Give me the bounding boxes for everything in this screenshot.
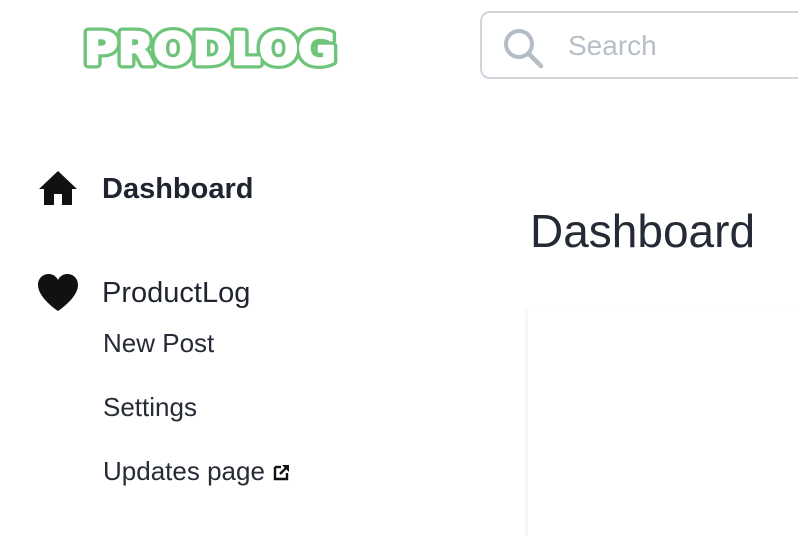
sidebar-subitem-label: Settings bbox=[103, 392, 197, 422]
sidebar-item-dashboard[interactable]: Dashboard bbox=[36, 167, 253, 211]
sidebar-subitem-settings[interactable]: Settings bbox=[103, 392, 197, 423]
dashboard-content-panel bbox=[527, 310, 798, 536]
sidebar-subitem-updates-page[interactable]: Updates page bbox=[103, 456, 291, 487]
svg-text:PRODLOG: PRODLOG bbox=[84, 24, 336, 74]
sidebar-item-label: Dashboard bbox=[102, 172, 254, 205]
sidebar-subitem-new-post[interactable]: New Post bbox=[103, 328, 214, 359]
search-icon bbox=[504, 29, 544, 69]
sidebar-item-productlog[interactable]: ProductLog bbox=[36, 271, 250, 315]
search-input[interactable] bbox=[568, 23, 798, 69]
sidebar-subitem-label: Updates page bbox=[103, 456, 265, 486]
heart-icon bbox=[38, 274, 78, 311]
sidebar-item-label: ProductLog bbox=[102, 276, 251, 309]
search-box[interactable] bbox=[480, 11, 798, 79]
page-title: Dashboard bbox=[530, 205, 756, 257]
prodlog-logo[interactable]: PRODLOG PRODLOG bbox=[82, 18, 342, 75]
external-link-icon bbox=[273, 464, 289, 480]
home-icon bbox=[39, 171, 77, 205]
app-root: PRODLOG PRODLOG Dashboard ProductLog New… bbox=[0, 0, 798, 536]
sidebar-subitem-label: New Post bbox=[103, 328, 215, 358]
